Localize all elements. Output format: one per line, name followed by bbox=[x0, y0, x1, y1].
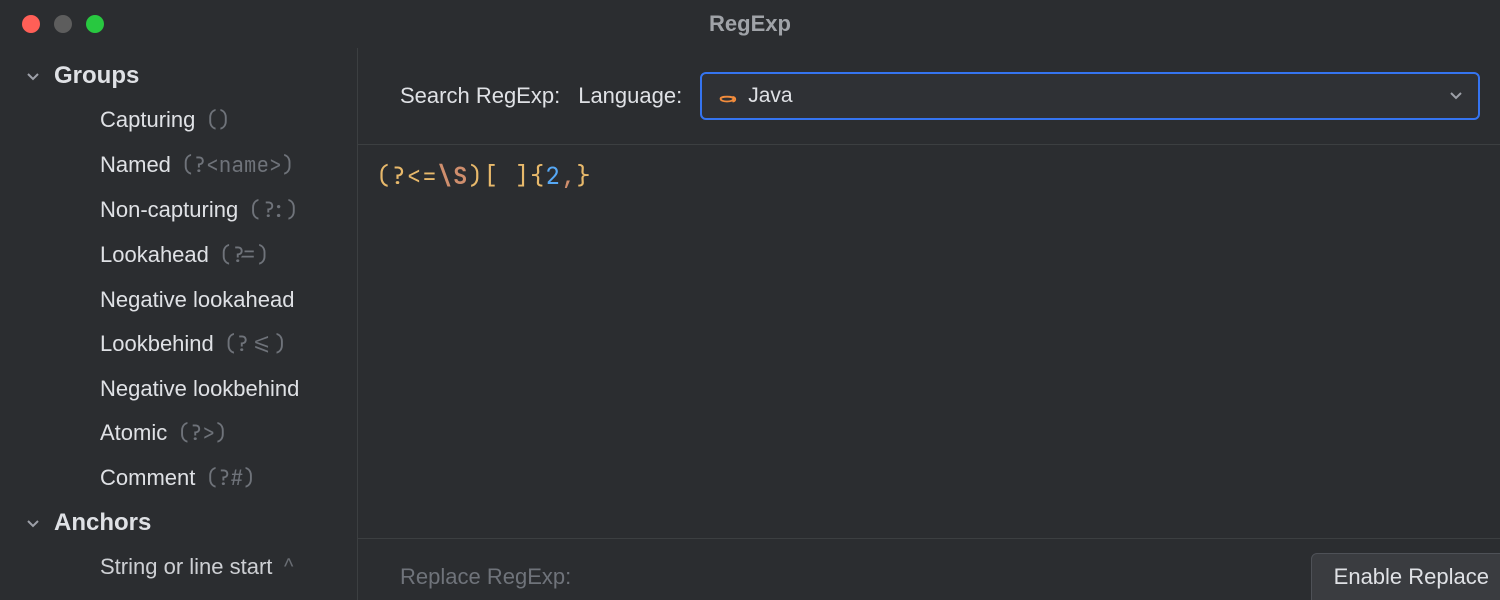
sidebar-item-label: Lookahead bbox=[100, 242, 209, 268]
language-value: Java bbox=[748, 84, 1438, 108]
sidebar-item-syntax: (?#) bbox=[205, 465, 255, 492]
sidebar-item-non-capturing[interactable]: Non-capturing (?:) bbox=[0, 188, 357, 233]
sidebar-item-syntax: (?:) bbox=[248, 197, 298, 224]
sidebar-item-lookahead[interactable]: Lookahead (?=) bbox=[0, 233, 357, 278]
sidebar-item-label: String or line start bbox=[100, 554, 272, 580]
sidebar-item-comment[interactable]: Comment (?#) bbox=[0, 456, 357, 501]
sidebar-item-label: Atomic bbox=[100, 420, 167, 446]
sidebar-item-label: Capturing bbox=[100, 107, 195, 133]
sidebar-item-atomic[interactable]: Atomic (?>) bbox=[0, 411, 357, 456]
language-label: Language: bbox=[578, 83, 682, 109]
section-title: Anchors bbox=[54, 509, 151, 537]
sidebar-section-groups[interactable]: Groups bbox=[0, 54, 357, 98]
java-icon bbox=[716, 85, 738, 107]
sidebar-item-named[interactable]: Named (?<name>) bbox=[0, 143, 357, 188]
content: Groups Capturing () Named (?<name>) Non-… bbox=[0, 48, 1500, 600]
titlebar: RegExp bbox=[0, 0, 1500, 48]
close-icon[interactable] bbox=[22, 15, 40, 33]
sidebar-item-syntax: (?=) bbox=[219, 242, 269, 269]
sidebar-item-string-start[interactable]: String or line start ^ bbox=[0, 545, 357, 590]
sidebar-item-syntax: ^ bbox=[282, 554, 295, 581]
sidebar-item-label: Named bbox=[100, 152, 171, 178]
sidebar-item-syntax: (?<name>) bbox=[181, 152, 294, 179]
sidebar-item-label: Non-capturing bbox=[100, 197, 238, 223]
main-panel: Search RegExp: Language: Java (?<=\S)[ ]… bbox=[358, 48, 1500, 600]
sidebar: Groups Capturing () Named (?<name>) Non-… bbox=[0, 48, 358, 600]
search-toolbar: Search RegExp: Language: Java bbox=[358, 48, 1500, 145]
sidebar-item-negative-lookbehind[interactable]: Negative lookbehind bbox=[0, 367, 357, 411]
sidebar-item-label: Lookbehind bbox=[100, 331, 214, 357]
replace-regexp-label: Replace RegExp: bbox=[400, 564, 571, 590]
search-regexp-label: Search RegExp: bbox=[400, 83, 560, 109]
language-select[interactable]: Java bbox=[700, 72, 1480, 120]
sidebar-item-label: Negative lookahead bbox=[100, 287, 294, 313]
chevron-down-icon bbox=[24, 514, 42, 532]
replace-toolbar: Replace RegExp: Enable Replace bbox=[358, 538, 1500, 600]
sidebar-item-syntax: (?<=) bbox=[224, 331, 287, 358]
sidebar-item-negative-lookahead[interactable]: Negative lookahead bbox=[0, 278, 357, 322]
maximize-icon[interactable] bbox=[86, 15, 104, 33]
sidebar-item-syntax: (?>) bbox=[177, 420, 227, 447]
section-title: Groups bbox=[54, 62, 139, 90]
sidebar-item-capturing[interactable]: Capturing () bbox=[0, 98, 357, 143]
minimize-icon[interactable] bbox=[54, 15, 72, 33]
sidebar-section-anchors[interactable]: Anchors bbox=[0, 501, 357, 545]
window-title: RegExp bbox=[0, 11, 1500, 37]
sidebar-item-label: Comment bbox=[100, 465, 195, 491]
sidebar-item-label: Negative lookbehind bbox=[100, 376, 299, 402]
regex-editor[interactable]: (?<=\S)[ ]{2,} bbox=[358, 145, 1500, 538]
window-controls bbox=[0, 15, 104, 33]
chevron-down-icon bbox=[1448, 83, 1464, 109]
sidebar-item-syntax: () bbox=[205, 107, 230, 134]
chevron-down-icon bbox=[24, 67, 42, 85]
sidebar-item-lookbehind[interactable]: Lookbehind (?<=) bbox=[0, 322, 357, 367]
enable-replace-button[interactable]: Enable Replace bbox=[1311, 553, 1500, 600]
